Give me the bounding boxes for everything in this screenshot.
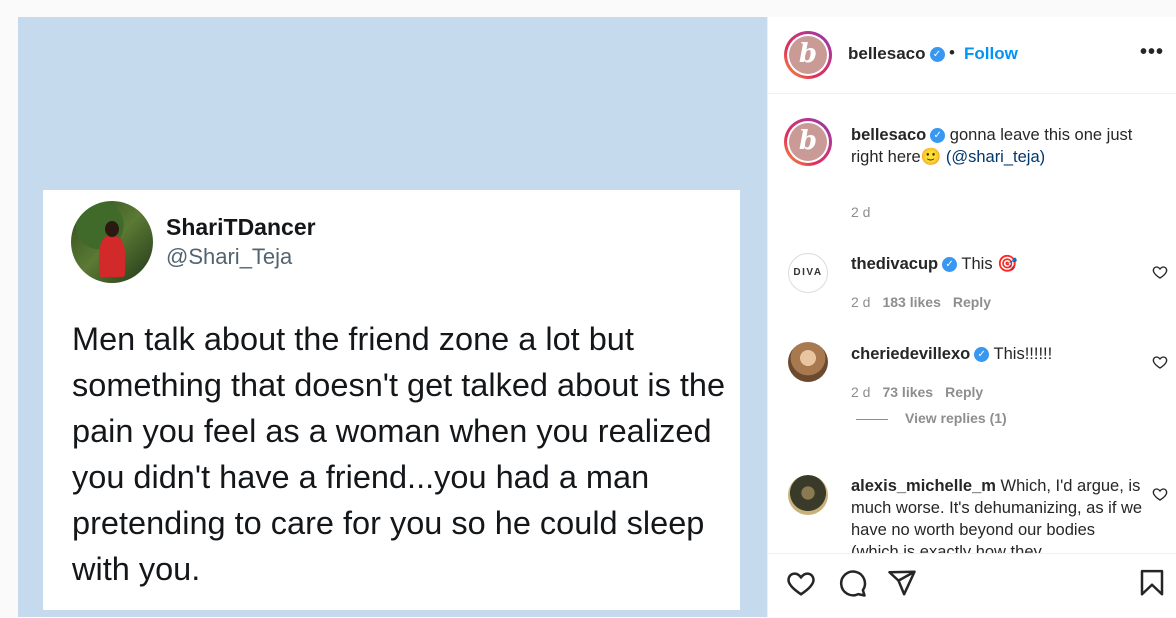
caption: bellesaco ✓ gonna leave this one just rig… bbox=[851, 124, 1161, 168]
post-actions bbox=[768, 553, 1176, 618]
bookmark-icon[interactable] bbox=[1137, 568, 1167, 598]
comment: thedivacup ✓ This 🎯 bbox=[851, 253, 1141, 275]
comment-text: This 🎯 bbox=[957, 255, 1018, 273]
heart-icon[interactable] bbox=[1152, 264, 1168, 280]
header-separator: • bbox=[949, 43, 955, 62]
caption-mention[interactable]: (@shari_teja) bbox=[946, 148, 1045, 166]
header-avatar[interactable]: b bbox=[784, 31, 832, 79]
tweet-card: ShariTDancer @Shari_Teja Men talk about … bbox=[43, 190, 740, 610]
follow-button[interactable]: Follow bbox=[964, 44, 1018, 64]
avatar-logo: b bbox=[789, 36, 827, 74]
verified-icon: ✓ bbox=[942, 257, 958, 273]
verified-icon: ✓ bbox=[929, 47, 945, 63]
verified-icon: ✓ bbox=[974, 347, 990, 363]
comment-text: This!!!!!! bbox=[989, 345, 1053, 363]
comments-list[interactable]: b bellesaco ✓ gonna leave this one just r… bbox=[768, 94, 1176, 553]
comment-icon[interactable] bbox=[837, 568, 867, 598]
comment-meta: 2 d 183 likes Reply bbox=[851, 294, 991, 310]
header-username[interactable]: bellesaco ✓ bbox=[848, 44, 945, 64]
caption-avatar[interactable]: b bbox=[784, 118, 832, 166]
heart-icon[interactable] bbox=[1152, 354, 1168, 370]
comment-avatar[interactable] bbox=[788, 475, 828, 515]
post-details-panel: b bellesaco ✓ • Follow ••• b bellesaco ✓ g… bbox=[767, 17, 1176, 617]
comment-avatar[interactable] bbox=[788, 342, 828, 382]
comment-likes[interactable]: 183 likes bbox=[882, 294, 940, 310]
view-replies-button[interactable]: View replies (1) bbox=[905, 410, 1007, 426]
view-replies-divider bbox=[856, 419, 888, 420]
tweet-avatar bbox=[71, 201, 153, 283]
comment-username[interactable]: cheriedevillexo bbox=[851, 345, 970, 363]
comment-meta: 2 d 73 likes Reply bbox=[851, 384, 983, 400]
reply-button[interactable]: Reply bbox=[945, 384, 983, 400]
verified-icon: ✓ bbox=[930, 128, 946, 144]
comment-time[interactable]: 2 d bbox=[851, 294, 870, 310]
caption-avatar-logo: b bbox=[789, 123, 827, 161]
tweet-text: Men talk about the friend zone a lot but… bbox=[72, 321, 726, 587]
comment-avatar[interactable]: DIVA bbox=[788, 253, 828, 293]
caption-username[interactable]: bellesaco bbox=[851, 126, 926, 144]
more-icon[interactable]: ••• bbox=[1140, 42, 1164, 62]
caption-time[interactable]: 2 d bbox=[851, 204, 870, 220]
comment: cheriedevillexo ✓ This!!!!!! bbox=[851, 343, 1141, 365]
share-icon[interactable] bbox=[887, 568, 917, 598]
tweet-author-name: ShariTDancer bbox=[166, 214, 316, 240]
comment-time[interactable]: 2 d bbox=[851, 384, 870, 400]
post-image[interactable]: ShariTDancer @Shari_Teja Men talk about … bbox=[18, 17, 767, 617]
reply-button[interactable]: Reply bbox=[953, 294, 991, 310]
heart-icon[interactable] bbox=[1152, 486, 1168, 502]
comment-username[interactable]: alexis_michelle_m bbox=[851, 477, 996, 495]
comment: alexis_michelle_m Which, I'd argue, is m… bbox=[851, 475, 1146, 553]
comment-likes[interactable]: 73 likes bbox=[882, 384, 933, 400]
tweet-author-handle: @Shari_Teja bbox=[166, 244, 293, 269]
post-header: b bellesaco ✓ • Follow ••• bbox=[768, 17, 1176, 94]
comment-username[interactable]: thedivacup bbox=[851, 255, 938, 273]
header-username-text[interactable]: bellesaco bbox=[848, 44, 926, 63]
like-heart-icon[interactable] bbox=[786, 568, 816, 598]
